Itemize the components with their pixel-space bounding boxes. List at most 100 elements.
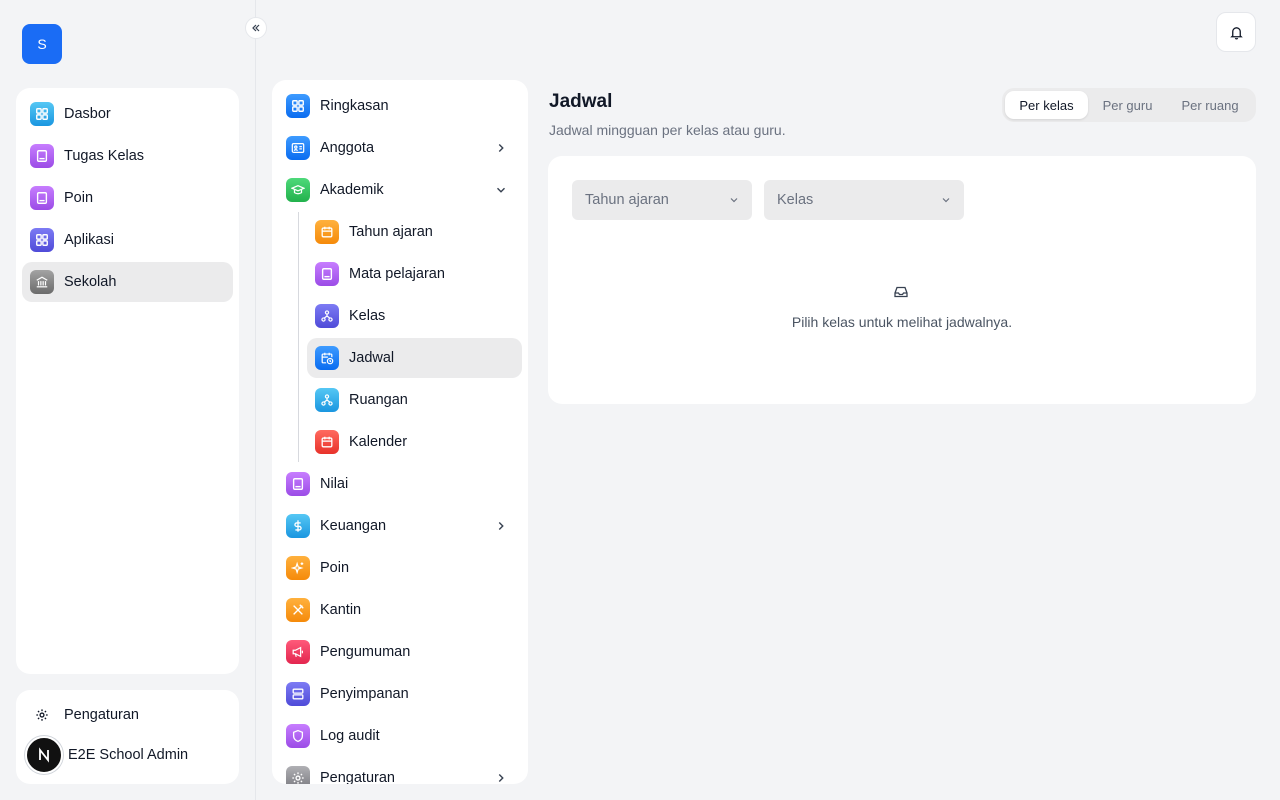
- gear-icon: [286, 766, 310, 784]
- chevron-right-icon: [498, 144, 504, 152]
- chevron-right-icon: [498, 522, 504, 530]
- chevron-down-icon: [730, 198, 738, 203]
- collapse-sidebar-button[interactable]: [245, 17, 267, 39]
- network-icon: [315, 388, 339, 412]
- page-subtitle: Jadwal mingguan per kelas atau guru.: [549, 122, 786, 138]
- subnav-item-nilai[interactable]: Nilai: [278, 464, 522, 504]
- megaphone-icon: [286, 640, 310, 664]
- user-menu[interactable]: E2E School Admin: [22, 735, 233, 775]
- subnav-label: Kalender: [349, 434, 408, 450]
- subnav-label: Keuangan: [320, 518, 387, 534]
- grid-icon: [30, 102, 54, 126]
- subnav-label: Pengaturan: [320, 770, 395, 784]
- inbox-icon: [894, 286, 908, 298]
- calendar-icon: [315, 220, 339, 244]
- server-icon: [286, 682, 310, 706]
- subnav-item-akademik[interactable]: Akademik: [278, 170, 522, 210]
- rail-footer: Pengaturan E2E School Admin: [16, 690, 239, 784]
- user-name: E2E School Admin: [68, 747, 189, 763]
- grid-icon: [30, 228, 54, 252]
- subnav-label: Penyimpanan: [320, 686, 409, 702]
- school-icon: [30, 270, 54, 294]
- rail-settings[interactable]: Pengaturan: [22, 695, 233, 735]
- subnav-label: Ringkasan: [320, 98, 389, 114]
- schedule-card: Tahun ajaran Kelas Pilih kelas untuk mel…: [548, 156, 1256, 404]
- subnav-label: Anggota: [320, 140, 375, 156]
- gear-icon: [30, 703, 54, 727]
- bell-icon: [1229, 26, 1243, 40]
- subnav-label: Poin: [320, 560, 350, 576]
- akademik-children: Tahun ajaran Mata pelajaran Kelas Jadwal…: [298, 212, 528, 462]
- rail-item-poin[interactable]: Poin: [22, 178, 233, 218]
- subnav-label: Nilai: [320, 476, 349, 492]
- book-icon: [30, 186, 54, 210]
- book-icon: [315, 262, 339, 286]
- subnav-item-penyimpanan[interactable]: Penyimpanan: [278, 674, 522, 714]
- subnav-item-ringkasan[interactable]: Ringkasan: [278, 86, 522, 126]
- dollar-icon: [286, 514, 310, 538]
- graduation-cap-icon: [286, 178, 310, 202]
- id-card-icon: [286, 136, 310, 160]
- sparkles-icon: [286, 556, 310, 580]
- chevron-down-icon: [497, 187, 505, 193]
- settings-label: Pengaturan: [64, 707, 139, 723]
- rail-item-tugas-kelas[interactable]: Tugas Kelas: [22, 136, 233, 176]
- chevron-right-icon: [498, 774, 504, 782]
- rail-item-label: Dasbor: [64, 106, 111, 122]
- subnav-label: Jadwal: [349, 350, 395, 366]
- subnav-label: Ruangan: [349, 392, 408, 408]
- network-icon: [315, 304, 339, 328]
- subnav-label: Akademik: [320, 182, 384, 198]
- avatar: [25, 736, 63, 774]
- chevrons-left-icon: [252, 24, 260, 32]
- subnav-item-keuangan[interactable]: Keuangan: [278, 506, 522, 546]
- rail-item-label: Aplikasi: [64, 232, 114, 248]
- subnav-item-pengumuman[interactable]: Pengumuman: [278, 632, 522, 672]
- calendar-icon: [315, 430, 339, 454]
- subnav-item-mata-pelajaran[interactable]: Mata pelajaran: [307, 254, 522, 294]
- page-title: Jadwal: [549, 91, 613, 112]
- academic-year-select[interactable]: Tahun ajaran: [572, 180, 752, 220]
- subnav-label: Mata pelajaran: [349, 266, 445, 282]
- empty-state-message: Pilih kelas untuk melihat jadwalnya.: [791, 314, 1013, 330]
- subnav-item-kalender[interactable]: Kalender: [307, 422, 522, 462]
- rail-item-aplikasi[interactable]: Aplikasi: [22, 220, 233, 260]
- subnav-label: Pengumuman: [320, 644, 411, 660]
- app-rail: S Dasbor Tugas Kelas Poin Aplikasi Sekol…: [0, 0, 256, 800]
- tab-per-ruang[interactable]: Per ruang: [1167, 91, 1253, 119]
- rail-nav: Dasbor Tugas Kelas Poin Aplikasi Sekolah: [16, 88, 239, 674]
- subnav-label: Kantin: [320, 602, 362, 618]
- dashboard-icon: [286, 94, 310, 118]
- rail-item-label: Tugas Kelas: [64, 148, 145, 164]
- subnav-item-pengaturan[interactable]: Pengaturan: [278, 758, 522, 784]
- book-icon: [286, 472, 310, 496]
- subnav-label: Log audit: [320, 728, 380, 744]
- academic-year-placeholder: Tahun ajaran: [585, 192, 669, 208]
- rail-item-dasbor[interactable]: Dasbor: [22, 94, 233, 134]
- rail-item-sekolah[interactable]: Sekolah: [22, 262, 233, 302]
- chevron-down-icon: [942, 198, 950, 203]
- app-logo[interactable]: S: [22, 24, 62, 64]
- subnav-item-jadwal[interactable]: Jadwal: [307, 338, 522, 378]
- subnav-item-poin[interactable]: Poin: [278, 548, 522, 588]
- subnav-item-tahun-ajaran[interactable]: Tahun ajaran: [307, 212, 522, 252]
- rail-item-label: Poin: [64, 190, 94, 206]
- calendar-clock-icon: [315, 346, 339, 370]
- class-placeholder: Kelas: [777, 192, 814, 208]
- tab-per-kelas[interactable]: Per kelas: [1005, 91, 1088, 119]
- notifications-button[interactable]: [1216, 12, 1256, 52]
- utensils-icon: [286, 598, 310, 622]
- subnav-item-log-audit[interactable]: Log audit: [278, 716, 522, 756]
- tab-per-guru[interactable]: Per guru: [1088, 91, 1167, 119]
- subnav-label: Tahun ajaran: [349, 224, 433, 240]
- subnav-item-kelas[interactable]: Kelas: [307, 296, 522, 336]
- school-subnav: Ringkasan Anggota Akademik Tahun ajaran …: [272, 80, 528, 784]
- view-mode-toggle: Per kelas Per guru Per ruang: [1002, 88, 1256, 122]
- book-icon: [30, 144, 54, 168]
- subnav-item-kantin[interactable]: Kantin: [278, 590, 522, 630]
- subnav-item-ruangan[interactable]: Ruangan: [307, 380, 522, 420]
- subnav-item-anggota[interactable]: Anggota: [278, 128, 522, 168]
- class-select[interactable]: Kelas: [764, 180, 964, 220]
- shield-icon: [286, 724, 310, 748]
- rail-item-label: Sekolah: [64, 274, 117, 290]
